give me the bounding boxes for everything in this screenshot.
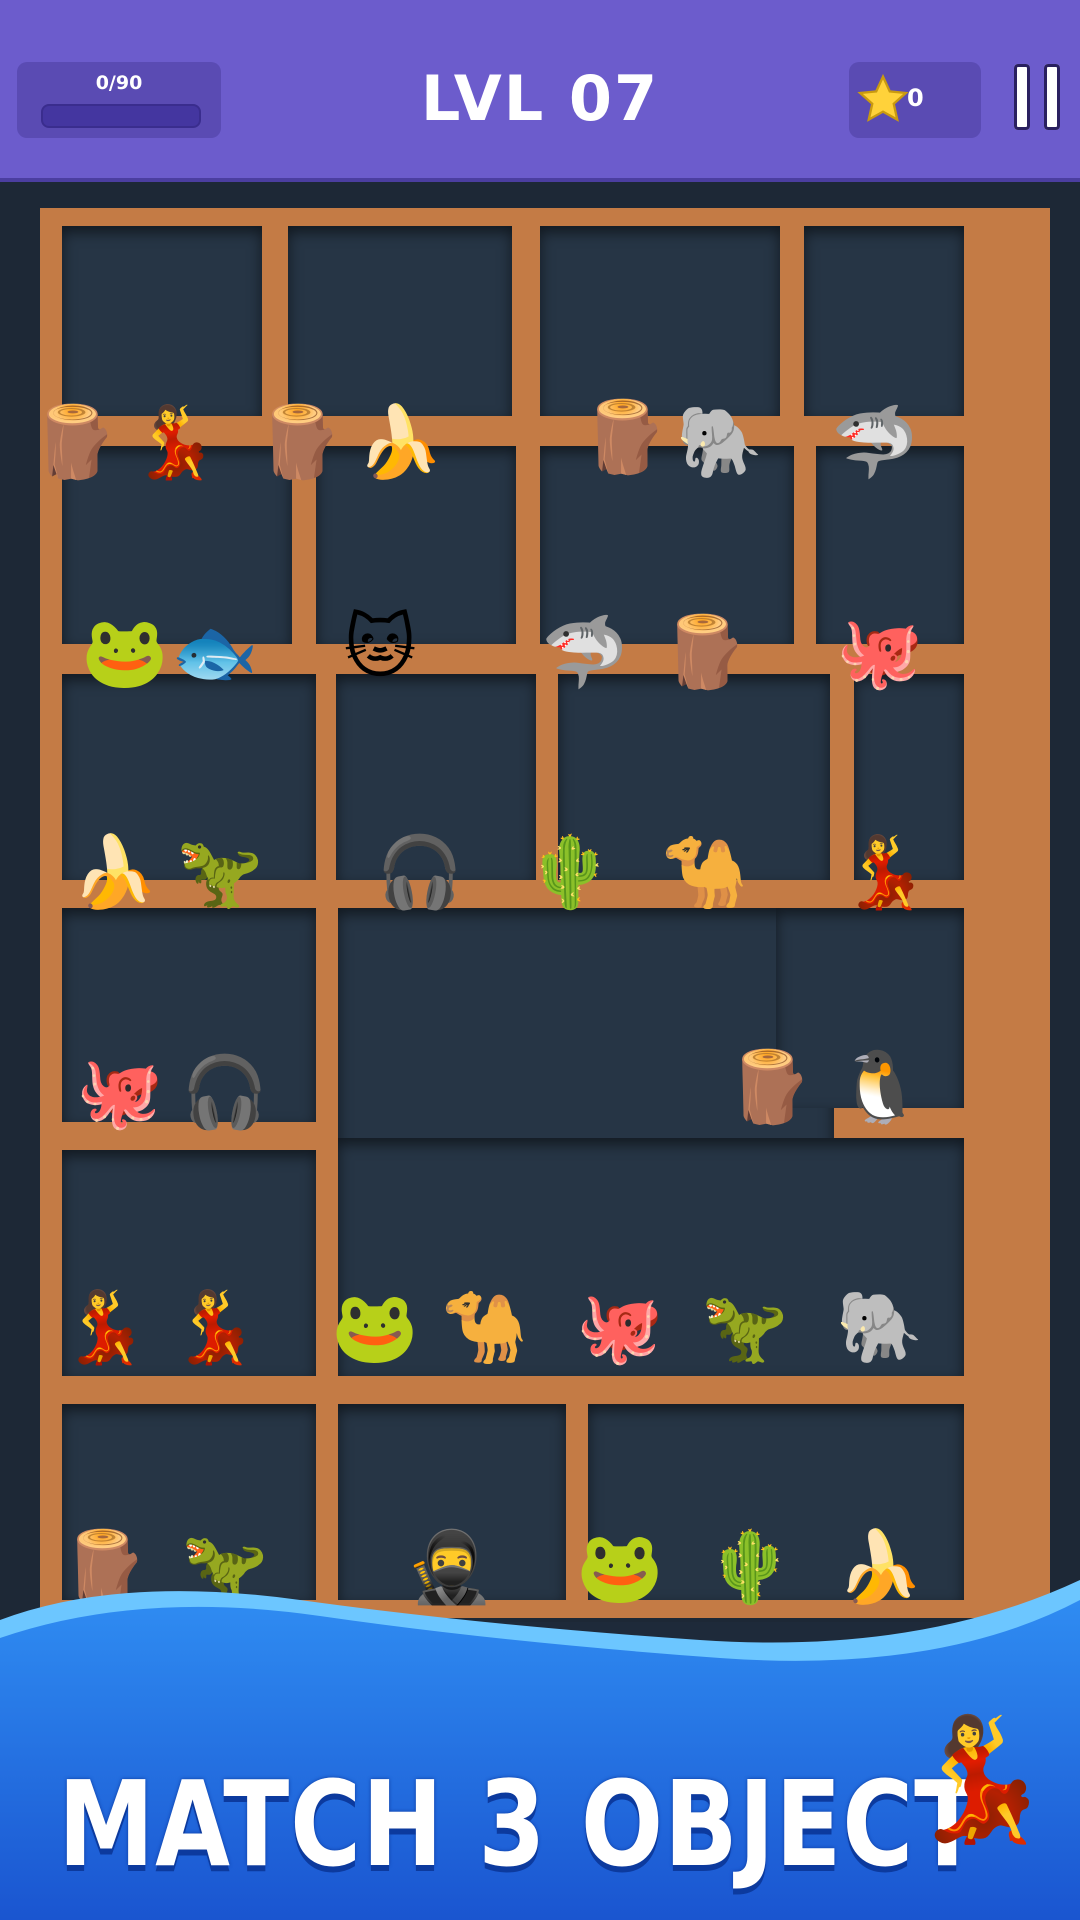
bat-guy-headphones-icon[interactable]: 🎧 [170,1017,280,1167]
stars-panel: 0 [849,62,981,138]
pause-icon-bar [1044,64,1060,130]
ballerina-cup-icon[interactable]: 💃 [830,797,940,947]
bat-guy-headphones-icon[interactable]: 🎧 [365,797,475,947]
ballerina-cup-icon[interactable]: 💃 [50,1252,160,1402]
ballerina-cup-icon[interactable]: 💃 [160,1252,270,1402]
top-bar: 0/90 LVL 07 0 [0,0,1080,182]
green-fish-figure-icon[interactable]: 🐟 [160,577,270,727]
green-elephant-sandal-icon[interactable]: 🐘 [665,367,775,517]
camel-fridge-icon[interactable]: 🐪 [650,797,760,947]
camel-fridge-icon[interactable]: 🐪 [430,1252,540,1402]
cactus-capybara-icon[interactable]: 🌵 [515,797,625,947]
banner-title: MATCH 3 OBJECT [58,1755,981,1893]
wooden-man-icon[interactable]: 🪵 [650,577,760,727]
banana-monkey-icon[interactable]: 🍌 [60,797,170,947]
purple-octopus-icon[interactable]: 🐙 [565,1252,675,1402]
ballerina-cup-mascot-icon: 💃 [905,1710,1055,1849]
wood-log-man-icon[interactable]: 🪵 [570,362,680,512]
star-icon [857,73,909,122]
pause-icon-bar [1014,64,1030,130]
blue-dino-icon[interactable]: 🦖 [165,797,275,947]
pause-button[interactable] [1012,64,1062,130]
purple-octopus-icon[interactable]: 🐙 [65,1017,175,1167]
banana-monkey-icon[interactable]: 🍌 [345,367,455,517]
tiger-cat-icon[interactable]: 🐱 [325,572,435,722]
green-elephant-sandal-icon[interactable]: 🐘 [825,1252,935,1402]
wooden-man-icon[interactable]: 🪵 [715,1012,825,1162]
frog-tire-icon[interactable]: 🐸 [320,1252,430,1402]
shark-sneakers-icon[interactable]: 🦈 [820,367,930,517]
game-board: 🪵 💃 🪵 🍌 🪵 🐘 🦈 🐸 🐟 🐱 🦈 🪵 🐙 🍌 🦖 🎧 🌵 🐪 💃 🐙 🎧 🪵 🐧 💃 💃 🐸 🐪 🐙 🦖 🐘 🪵 🦖 🥷 🐸 🌵 🍌 [0,182,1080,1622]
purple-octopus-icon[interactable]: 🐙 [825,577,935,727]
shark-sneakers-icon[interactable]: 🦈 [530,577,640,727]
ballerina-cup-icon[interactable]: 💃 [120,367,230,517]
blue-dino-icon[interactable]: 🦖 [690,1252,800,1402]
wooden-man-icon[interactable]: 🪵 [245,367,355,517]
wooden-man-icon[interactable]: 🪵 [20,367,130,517]
stars-count: 0 [907,84,924,112]
penguin-bird-icon[interactable]: 🐧 [825,1012,935,1162]
